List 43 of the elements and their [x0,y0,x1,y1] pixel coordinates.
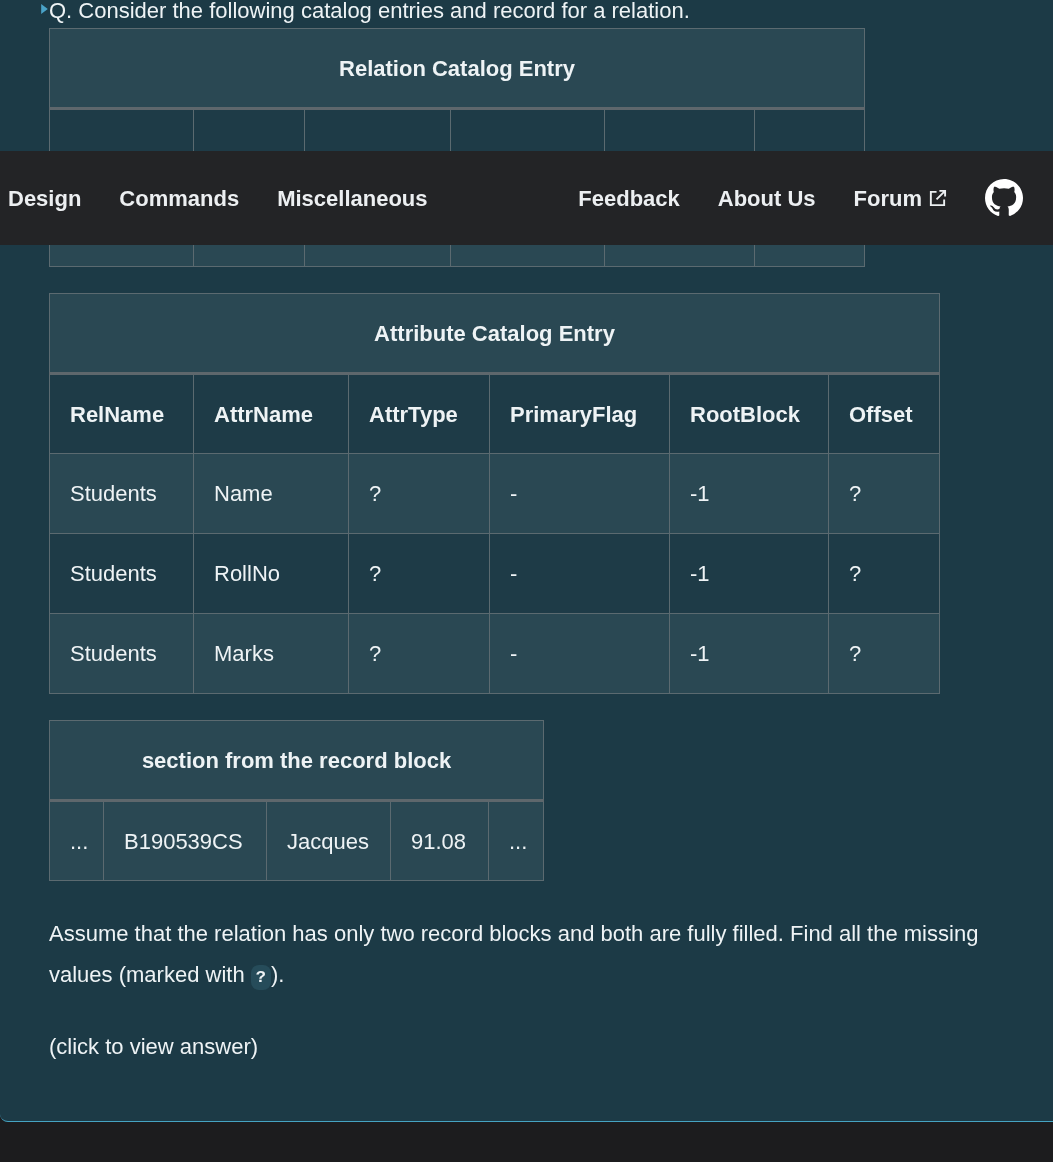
table-cell: Name [193,453,349,534]
table-cell: ? [828,613,940,694]
table-cell: ? [348,533,490,614]
table-title: Relation Catalog Entry [49,28,865,109]
column-header: Offset [828,373,940,454]
table-cell: Jacques [266,800,391,881]
question-paragraph: Assume that the relation has only two record blocks and both are fully filled. Find all the missing values (marked with ? ). [49,913,989,998]
table-cell: Marks [193,613,349,694]
table-cell: ... [49,800,104,881]
table-cell: Students [49,453,194,534]
nav-link[interactable]: Commands [119,181,240,215]
column-header: AttrType [348,373,490,454]
table-cell: ? [348,453,490,534]
table-title: section from the record block [49,720,544,801]
table-cell: -1 [669,533,829,614]
nav-link[interactable]: Forum [853,181,947,215]
table-cell: ? [828,533,940,614]
table-cell: Students [49,533,194,614]
table-cell: B190539CS [103,800,267,881]
table-cell: ... [488,800,544,881]
column-header: RelName [49,373,194,454]
column-header: PrimaryFlag [489,373,670,454]
column-header: RootBlock [669,373,829,454]
table-cell: 91.08 [390,800,489,881]
nav-link[interactable]: Design [8,181,82,215]
table-cell: - [489,613,670,694]
table-cell: - [489,453,670,534]
view-answer-toggle[interactable]: (click to view answer) [49,1032,259,1062]
table-cell: -1 [669,453,829,534]
cat-silhouette-icon[interactable] [985,179,1023,217]
nav-link[interactable]: Feedback [578,181,680,215]
disclosure-triangle-icon[interactable] [41,4,48,14]
table-cell: Students [49,613,194,694]
table-cell: RollNo [193,533,349,614]
table-cell: - [489,533,670,614]
nav-link[interactable]: Miscellaneous [277,181,428,215]
table-cell: ? [348,613,490,694]
table-title: Attribute Catalog Entry [49,293,940,374]
column-header: AttrName [193,373,349,454]
table-cell: -1 [669,613,829,694]
table-cell: ? [828,453,940,534]
nav-link[interactable]: About Us [717,181,816,215]
question-text: Q. Consider the following catalog entries and record for a relation. [49,0,690,22]
